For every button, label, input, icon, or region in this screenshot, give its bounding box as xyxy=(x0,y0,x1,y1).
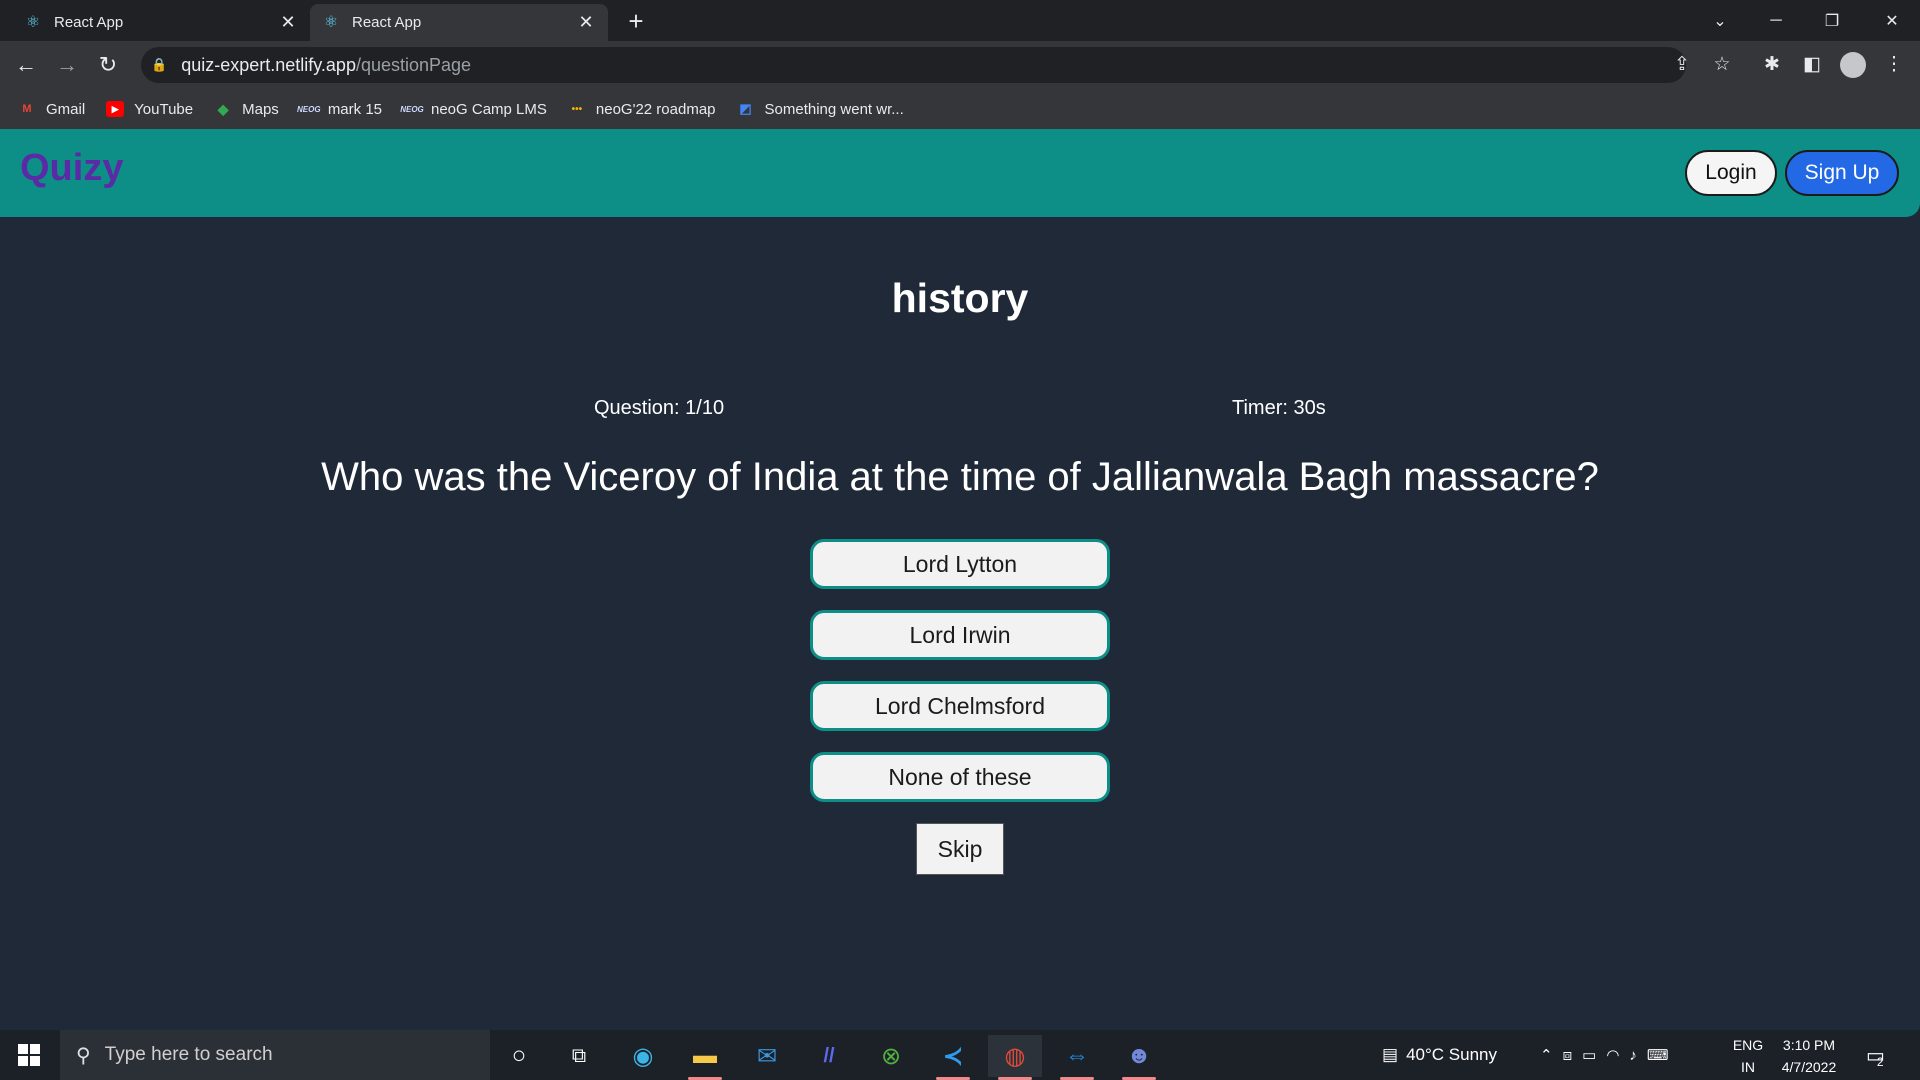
forward-icon[interactable]: → xyxy=(53,51,81,79)
windows-taskbar: ⚲ Type here to search ○ ⧉ ◉ ▬ ✉ // ⊗ ≺ ◍… xyxy=(0,1030,1920,1080)
meet-icon[interactable]: ⧈ xyxy=(1563,1047,1583,1064)
bookmark-label: Something went wr... xyxy=(764,100,904,118)
question-timer: Timer: 30s xyxy=(1232,397,1326,419)
window-close-icon[interactable]: ✕ xyxy=(1864,0,1920,41)
bookmark-star-icon[interactable]: ☆ xyxy=(1708,51,1736,79)
weather-widget[interactable]: ▤ 40°C Sunny xyxy=(1382,1030,1497,1080)
mail-icon[interactable]: ✉ xyxy=(740,1035,794,1077)
react-icon: ⚛ xyxy=(323,13,339,31)
notification-center-icon[interactable]: ▭ 2 xyxy=(1866,1030,1885,1080)
bookmark-gmail[interactable]: M Gmail xyxy=(18,101,85,118)
bookmark-neog-roadmap[interactable]: ••• neoG'22 roadmap xyxy=(568,101,716,118)
cortana-icon[interactable]: ○ xyxy=(492,1035,546,1077)
search-placeholder: Type here to search xyxy=(104,1044,273,1065)
minimize-icon[interactable]: ─ xyxy=(1748,0,1804,41)
side-panel-icon[interactable]: ◧ xyxy=(1798,51,1826,79)
keyboard-icon[interactable]: ⌨ xyxy=(1647,1046,1679,1064)
address-bar[interactable]: 🔒 quiz-expert.netlify.app /questionPage xyxy=(141,47,1686,83)
edge-icon[interactable]: ◉ xyxy=(616,1035,670,1077)
clock-date: 4/7/2022 xyxy=(1781,1059,1837,1075)
neog-icon: NEOG xyxy=(400,104,424,114)
login-button[interactable]: Login xyxy=(1685,150,1777,196)
question-counter: Question: 1/10 xyxy=(594,397,725,419)
wifi-icon[interactable]: ◠ xyxy=(1606,1046,1629,1064)
bookmark-maps[interactable]: ◆ Maps xyxy=(214,101,279,118)
skip-button[interactable]: Skip xyxy=(916,823,1004,875)
language-indicator[interactable]: ENG IN xyxy=(1728,1034,1768,1078)
back-icon[interactable]: ← xyxy=(12,51,40,79)
reload-icon[interactable]: ↻ xyxy=(94,51,122,79)
lock-icon: 🔒 xyxy=(151,57,168,72)
answer-option[interactable]: Lord Lytton xyxy=(810,539,1110,589)
share-icon[interactable]: ⇪ xyxy=(1668,51,1696,79)
weather-text: 40°C Sunny xyxy=(1406,1045,1497,1064)
menu-icon[interactable]: ⋮ xyxy=(1880,51,1908,79)
clock-time: 3:10 PM xyxy=(1782,1037,1836,1053)
bookmark-label: YouTube xyxy=(134,100,194,118)
browser-tab-active[interactable]: ⚛ React App ✕ xyxy=(310,4,608,41)
answer-option[interactable]: Lord Chelmsford xyxy=(810,681,1110,731)
bookmark-neog-lms[interactable]: NEOG neoG Camp LMS xyxy=(400,100,547,118)
youtube-icon: ▶ xyxy=(106,101,125,117)
signup-button[interactable]: Sign Up xyxy=(1785,150,1899,196)
quiz-category-title: history xyxy=(891,275,1029,321)
close-tab-icon[interactable]: ✕ xyxy=(576,12,596,33)
teamviewer-icon[interactable]: ⇔ xyxy=(1050,1035,1104,1080)
profile-avatar[interactable] xyxy=(1840,52,1866,78)
clock[interactable]: 3:10 PM 4/7/2022 xyxy=(1766,1034,1852,1078)
volume-icon[interactable]: ♪ xyxy=(1629,1047,1647,1064)
lang-code: ENG xyxy=(1732,1037,1764,1053)
page-icon: ◩ xyxy=(739,101,752,116)
gmail-icon: M xyxy=(22,103,32,115)
app-header: Quizy Login Sign Up xyxy=(0,129,1920,217)
bookmark-label: neoG Camp LMS xyxy=(431,100,547,118)
react-icon: ⚛ xyxy=(25,13,41,31)
app-logo[interactable]: Quizy xyxy=(20,147,123,190)
windows-start-icon[interactable] xyxy=(18,1044,40,1066)
chevron-up-icon[interactable]: ⌃ xyxy=(1540,1046,1563,1064)
file-explorer-icon[interactable]: ▬ xyxy=(678,1035,732,1080)
restore-icon[interactable]: ❐ xyxy=(1804,0,1860,41)
bookmark-youtube[interactable]: ▶ YouTube xyxy=(106,101,193,118)
notification-count: 2 xyxy=(1876,1055,1884,1069)
roadmap-icon: ••• xyxy=(571,103,583,115)
region-code: IN xyxy=(1741,1059,1755,1075)
xbox-icon[interactable]: ⊗ xyxy=(864,1035,918,1077)
bookmark-something-went-wrong[interactable]: ◩ Something went wr... xyxy=(737,100,904,118)
discord-icon[interactable]: ☻ xyxy=(1112,1035,1166,1080)
chrome-icon[interactable]: ◍ xyxy=(988,1035,1042,1080)
url-path: /questionPage xyxy=(355,54,472,75)
task-view-icon[interactable]: ⧉ xyxy=(552,1035,606,1077)
browser-tabstrip: ⚛ React App ✕ ⚛ React App ✕ + ⌄ ─ ❐ ✕ xyxy=(0,0,1920,41)
answer-option[interactable]: None of these xyxy=(810,752,1110,802)
answer-option[interactable]: Lord Irwin xyxy=(810,610,1110,660)
close-tab-icon[interactable]: ✕ xyxy=(278,12,298,33)
taskbar-search[interactable]: ⚲ Type here to search xyxy=(60,1030,490,1080)
bookmark-mark15[interactable]: NEOG mark 15 xyxy=(297,100,382,118)
url-host: quiz-expert.netlify.app xyxy=(181,54,356,75)
browser-tab[interactable]: ⚛ React App ✕ xyxy=(12,4,310,41)
tab-search-icon[interactable]: ⌄ xyxy=(1692,0,1748,41)
bookmark-label: neoG'22 roadmap xyxy=(595,100,716,118)
battery-icon[interactable]: ▭ xyxy=(1582,1046,1606,1064)
tab-title: React App xyxy=(54,14,124,31)
question-text: Who was the Viceroy of India at the time… xyxy=(321,455,1599,499)
maps-icon: ◆ xyxy=(217,100,229,117)
bookmark-label: Gmail xyxy=(46,100,86,118)
photo-editor-icon[interactable]: // xyxy=(802,1035,856,1077)
tab-title: React App xyxy=(352,14,422,31)
search-icon: ⚲ xyxy=(76,1044,91,1067)
bookmarks-bar: M Gmail ▶ YouTube ◆ Maps NEOG mark 15 NE… xyxy=(0,89,1920,129)
weather-icon: ▤ xyxy=(1382,1045,1399,1064)
neog-icon: NEOG xyxy=(297,104,321,114)
vscode-icon[interactable]: ≺ xyxy=(926,1035,980,1080)
system-tray-icons[interactable]: ⌃ ⧈ ▭ ◠ ♪ ⌨ xyxy=(1540,1030,1679,1080)
bookmark-label: mark 15 xyxy=(327,100,382,118)
extensions-icon[interactable]: ✱ xyxy=(1758,51,1786,79)
browser-toolbar: ← → ↻ 🔒 quiz-expert.netlify.app /questio… xyxy=(0,41,1920,89)
bookmark-label: Maps xyxy=(242,100,279,118)
new-tab-button[interactable]: + xyxy=(622,8,650,36)
